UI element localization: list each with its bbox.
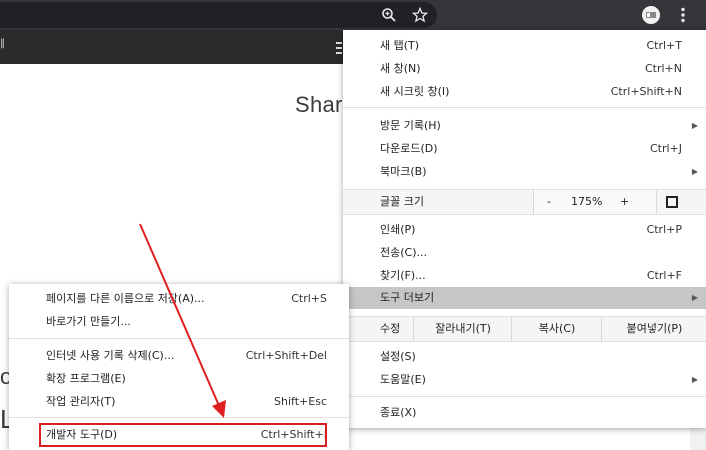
menu-item-label: 새 탭(T) [380,39,420,52]
menu-item-label: 북마크(B) [380,165,427,178]
menu-item-find[interactable]: 찾기(F)... Ctrl+F [343,265,706,287]
menu-item-shortcut: Shift+Esc [274,395,327,408]
zoom-level-value: 175% [571,195,603,208]
fullscreen-icon[interactable] [666,196,678,208]
menu-item-shortcut: Ctrl+Shift+Del [245,349,327,362]
submenu-arrow-icon: ▶ [691,167,698,176]
menu-item-new-window[interactable]: 새 창(N) Ctrl+N [343,58,706,80]
submenu-arrow-icon: ▶ [691,293,698,302]
menu-item-label: 인터넷 사용 기록 삭제(C)... [46,349,175,362]
submenu-item-clear-history[interactable]: 인터넷 사용 기록 삭제(C)... Ctrl+Shift+Del [9,345,349,367]
menu-item-shortcut: Ctrl+F [646,269,682,282]
menu-item-shortcut: Ctrl+J [649,142,682,155]
menu-item-label: 인쇄(P) [380,223,416,236]
menu-item-label: 도구 더보기 [380,291,435,304]
submenu-item-extensions[interactable]: 확장 프로그램(E) [9,368,349,390]
menu-item-more-tools[interactable]: 도구 더보기 ▶ [343,287,706,309]
zoom-in-icon[interactable] [379,7,399,27]
site-menu-icon[interactable] [336,42,342,54]
menu-item-label: 페이지를 다른 이름으로 저장(A)... [46,292,205,305]
zoom-out-button[interactable]: - [547,190,551,214]
browser-toolbar [0,0,706,30]
menu-item-label: 다운로드(D) [380,142,438,155]
menu-item-label: 바로가기 만들기... [46,315,131,328]
submenu-item-create-shortcut[interactable]: 바로가기 만들기... [9,311,349,333]
menu-item-shortcut: Ctrl+P [646,223,682,236]
menu-item-shortcut: Ctrl+T [646,39,682,52]
cut-button[interactable]: 잘라내기(T) [413,317,512,341]
submenu-arrow-icon: ▶ [691,375,698,384]
copy-button[interactable]: 복사(C) [511,317,602,341]
menu-item-downloads[interactable]: 다운로드(D) Ctrl+J [343,138,706,160]
zoom-control-row: 글꼴 크기 - 175% + [343,189,706,215]
menu-item-label: 새 시크릿 창(I) [380,85,450,98]
menu-item-shortcut: Ctrl+Shift+N [610,85,682,98]
paste-button[interactable]: 붙여넣기(P) [601,317,706,341]
edit-control-row: 수정 잘라내기(T) 복사(C) 붙여넣기(P) [343,316,706,342]
menu-item-history[interactable]: 방문 기록(H) ▶ [343,115,706,137]
menu-item-shortcut: Ctrl+S [291,292,327,305]
site-header-mark: ‖ [0,38,5,49]
chrome-main-menu: 새 탭(T) Ctrl+T 새 창(N) Ctrl+N 새 시크릿 창(I) C… [343,30,706,428]
menu-item-label: 도움말(E) [380,373,426,386]
zoom-in-button[interactable]: + [620,190,629,214]
menu-item-settings[interactable]: 설정(S) [343,346,706,368]
menu-item-label: 새 창(N) [380,62,421,75]
menu-item-print[interactable]: 인쇄(P) Ctrl+P [343,219,706,241]
menu-item-help[interactable]: 도움말(E) ▶ [343,369,706,391]
menu-separator [9,338,349,339]
kebab-menu-icon[interactable] [673,5,693,25]
zoom-label: 글꼴 크기 [380,195,424,208]
menu-separator [9,417,349,418]
menu-item-label: 전송(C)... [380,246,427,259]
submenu-item-save-page[interactable]: 페이지를 다른 이름으로 저장(A)... Ctrl+S [9,288,349,310]
menu-item-exit[interactable]: 종료(X) [343,402,706,424]
extension-icon[interactable] [641,5,661,25]
menu-item-bookmarks[interactable]: 북마크(B) ▶ [343,161,706,183]
menu-separator [343,396,706,397]
submenu-item-task-manager[interactable]: 작업 관리자(T) Shift+Esc [9,391,349,413]
menu-item-cast[interactable]: 전송(C)... [343,242,706,264]
menu-item-label: 작업 관리자(T) [46,395,116,408]
dev-tools-highlight-box [39,423,327,447]
menu-item-label: 확장 프로그램(E) [46,372,126,385]
edit-label: 수정 [380,322,401,335]
submenu-arrow-icon: ▶ [691,121,698,130]
menu-separator [343,107,706,108]
menu-item-shortcut: Ctrl+N [644,62,682,75]
menu-item-label: 종료(X) [380,406,417,419]
menu-item-incognito[interactable]: 새 시크릿 창(I) Ctrl+Shift+N [343,81,706,103]
menu-item-new-tab[interactable]: 새 탭(T) Ctrl+T [343,35,706,57]
menu-item-label: 설정(S) [380,350,416,363]
menu-item-label: 찾기(F)... [380,269,426,282]
menu-item-label: 방문 기록(H) [380,119,441,132]
address-bar[interactable] [0,2,437,28]
star-icon[interactable] [410,6,430,27]
page-heading: Shar [295,92,343,117]
more-tools-submenu: 페이지를 다른 이름으로 저장(A)... Ctrl+S 바로가기 만들기...… [9,284,349,450]
